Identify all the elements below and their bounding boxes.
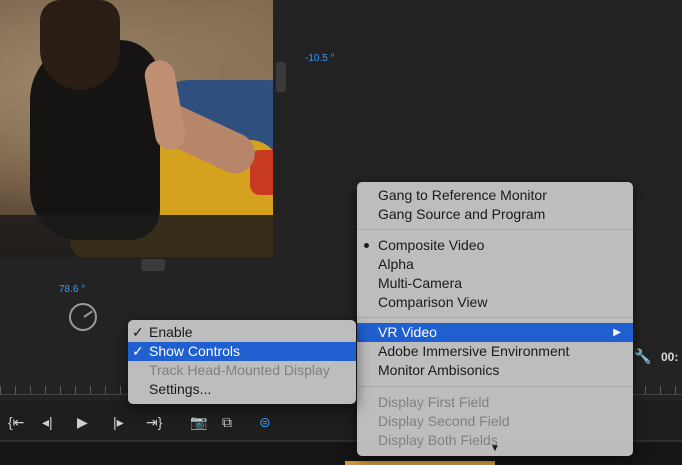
menu-item-display-first-field: Display First Field — [378, 394, 490, 410]
yaw-dial-icon[interactable] — [69, 303, 97, 331]
menu-separator — [357, 386, 633, 387]
menu-item-composite-video[interactable]: Composite Video — [357, 236, 633, 255]
menu-separator — [357, 229, 633, 230]
compare-icon[interactable]: ⧉ — [222, 412, 232, 432]
menu-item-gang-reference[interactable]: Gang to Reference Monitor — [357, 186, 633, 205]
monitor-context-menu: Gang to Reference Monitor Gang Source an… — [357, 182, 633, 456]
menu-separator — [357, 317, 633, 318]
play-icon[interactable]: ▶ — [77, 412, 88, 432]
timecode[interactable]: 00: — [661, 350, 678, 364]
video-frame — [0, 0, 273, 257]
mark-out-icon[interactable]: ⇥} — [146, 412, 162, 432]
vertical-scroll-handle[interactable] — [276, 62, 286, 92]
menu-item-vr-video[interactable]: VR Video ▶ — [357, 323, 633, 342]
menu-item-gang-source-program[interactable]: Gang Source and Program — [357, 205, 633, 224]
mark-in-icon[interactable]: {⇤ — [8, 412, 24, 432]
scroll-down-arrow-icon[interactable]: ▼ — [357, 443, 633, 454]
horizontal-scroll-handle[interactable] — [141, 259, 165, 271]
settings-wrench-icon[interactable]: 🔧 — [634, 348, 651, 365]
step-forward-icon[interactable]: |▸ — [113, 412, 124, 432]
menu-item-multi-camera[interactable]: Multi-Camera — [357, 274, 633, 293]
vr-video-submenu: ✓ Enable ✓ Show Controls Track Head-Mounte… — [128, 320, 356, 404]
menu-item-alpha[interactable]: Alpha — [357, 255, 633, 274]
submenu-item-show-controls[interactable]: ✓ Show Controls — [128, 342, 356, 361]
submenu-item-settings[interactable]: Settings... — [128, 380, 356, 399]
figure-hair — [40, 0, 120, 90]
submenu-arrow-icon: ▶ — [613, 327, 621, 338]
menu-item-comparison-view[interactable]: Comparison View — [357, 293, 633, 312]
checkmark-icon: ✓ — [132, 343, 144, 359]
menu-item-display-second-field: Display Second Field — [378, 413, 510, 429]
submenu-item-track-hmd: Track Head-Mounted Display — [149, 362, 330, 378]
pitch-value[interactable]: -10.5 ° — [305, 53, 335, 64]
step-back-icon[interactable]: ◂| — [42, 412, 53, 432]
vr-headset-icon[interactable]: ⊜ — [259, 412, 271, 432]
menu-item-monitor-ambisonics[interactable]: Monitor Ambisonics — [357, 361, 633, 380]
camera-icon[interactable]: 📷 — [190, 412, 207, 432]
checkmark-icon: ✓ — [132, 324, 144, 340]
yaw-value[interactable]: 78.6 ° — [59, 284, 85, 295]
submenu-item-enable[interactable]: ✓ Enable — [128, 323, 356, 342]
menu-item-adobe-immersive[interactable]: Adobe Immersive Environment — [357, 342, 633, 361]
radio-dot-icon — [364, 243, 369, 248]
